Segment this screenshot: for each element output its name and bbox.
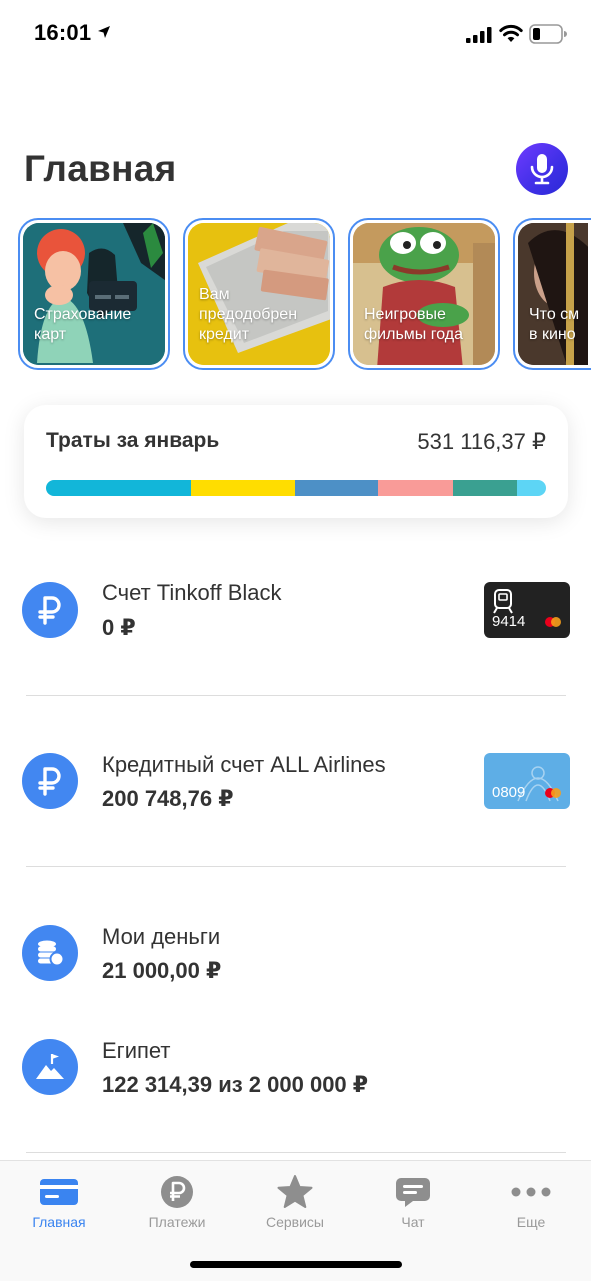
spending-segment — [377, 480, 453, 496]
account-name[interactable]: Счет Tinkoff Black — [102, 580, 282, 606]
location-arrow-icon — [98, 26, 110, 38]
voice-assistant-button[interactable] — [516, 143, 568, 195]
black-card-thumbnail[interactable]: 9414 — [484, 582, 570, 638]
ruble-account-icon — [22, 582, 78, 638]
account-name[interactable]: Мои деньги — [102, 924, 220, 950]
card-logo-icon — [493, 589, 513, 614]
story-label: Что см в кино — [529, 306, 580, 343]
spending-segment — [294, 480, 378, 496]
story-card-cinema[interactable]: Что см в кино — [513, 218, 591, 370]
account-balance: 200 748,76 ₽ — [102, 786, 234, 811]
more-icon — [511, 1187, 551, 1197]
spending-category-bar — [46, 480, 546, 496]
story-label: Страхование карт — [34, 306, 132, 343]
page-title: Главная — [24, 148, 177, 189]
story-card-insurance[interactable]: Страхование карт — [18, 218, 170, 370]
story-card-credit[interactable]: Вам предодобрен кредит — [183, 218, 335, 370]
star-icon — [277, 1175, 313, 1208]
story-card-films[interactable]: Неигровые фильмы года — [348, 218, 500, 370]
account-name[interactable]: Египет — [102, 1038, 170, 1064]
tab-label: Чат — [401, 1214, 425, 1230]
divider — [26, 695, 566, 696]
account-balance: 122 314,39 из 2 000 000 ₽ — [102, 1072, 369, 1097]
ruble-icon — [161, 1176, 193, 1208]
spending-segment — [46, 480, 191, 496]
mastercard-icon — [545, 788, 561, 798]
spending-segment — [452, 480, 517, 496]
divider — [26, 866, 566, 867]
account-balance: 0 ₽ — [102, 615, 136, 640]
story-label: Вам предодобрен кредит — [199, 286, 298, 343]
card-icon — [40, 1179, 78, 1205]
spending-title: Траты за январь — [46, 429, 220, 452]
tab-label: Главная — [32, 1214, 86, 1230]
spending-amount: 531 116,37 ₽ — [417, 429, 546, 454]
tab-services[interactable]: Сервисы — [236, 1173, 354, 1230]
ruble-account-icon — [22, 753, 78, 809]
account-name[interactable]: Кредитный счет ALL Airlines — [102, 752, 386, 778]
status-time: 16:01 — [34, 20, 92, 45]
spending-segment — [517, 480, 546, 496]
tab-chat[interactable]: Чат — [354, 1173, 472, 1230]
chat-icon — [396, 1178, 430, 1207]
story-label: Неигровые фильмы года — [364, 306, 463, 343]
divider — [26, 1152, 566, 1153]
signal-icon — [466, 27, 492, 43]
card-last-digits: 0809 — [492, 784, 526, 801]
mastercard-icon — [545, 617, 561, 627]
tab-home[interactable]: Главная — [0, 1173, 118, 1230]
spending-segment — [190, 480, 295, 496]
tab-label: Еще — [516, 1214, 546, 1230]
monthly-spending-card[interactable]: Траты за январь 531 116,37 ₽ — [24, 405, 568, 518]
microphone-icon — [530, 154, 554, 185]
battery-icon — [529, 24, 567, 44]
home-indicator[interactable] — [190, 1261, 402, 1268]
account-balance: 21 000,00 ₽ — [102, 958, 222, 983]
coins-icon — [22, 925, 78, 981]
tab-more[interactable]: Еще — [472, 1173, 590, 1230]
goal-mountain-icon — [22, 1039, 78, 1095]
wifi-icon — [499, 24, 523, 42]
airlines-card-thumbnail[interactable]: 0809 — [484, 753, 570, 809]
tab-label: Сервисы — [265, 1214, 324, 1230]
card-last-digits: 9414 — [492, 613, 526, 630]
tab-label: Платежи — [148, 1214, 206, 1230]
tab-payments[interactable]: Платежи — [118, 1173, 236, 1230]
